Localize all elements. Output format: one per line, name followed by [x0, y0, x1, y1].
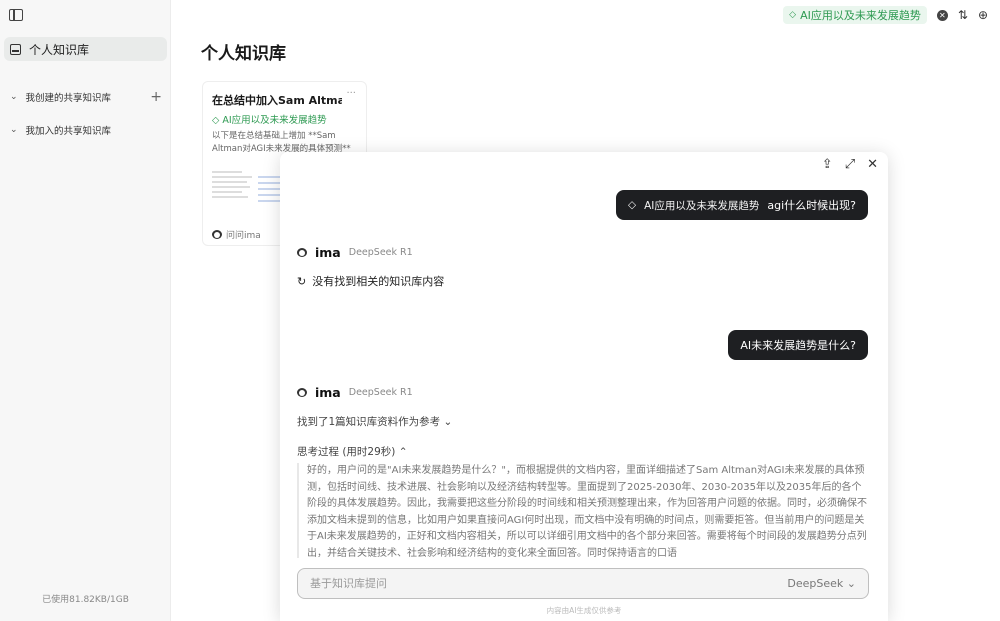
chat-panel: ⇪ ⤢ ✕ ◇ AI应用以及未来发展趋势 agi什么时候出现? ima Deep…: [280, 152, 888, 621]
ima-logo-icon: [297, 248, 307, 257]
thinking-content: 好的，用户问的是"AI未来发展趋势是什么？"，而根据提供的文档内容，里面详细描述…: [297, 463, 871, 558]
sidebar-group-label: 我加入的共享知识库: [25, 126, 112, 137]
sidebar-item-label: 个人知识库: [29, 42, 90, 57]
thinking-toggle[interactable]: 思考过程 (用时29秒) ⌃: [297, 444, 408, 459]
document-title: 在总结中加入Sam Altman…: [212, 94, 342, 107]
close-icon[interactable]: ✕: [867, 157, 878, 172]
ima-logo-icon: [297, 388, 307, 397]
ask-ima-link[interactable]: 问问ima: [212, 228, 261, 241]
model-select[interactable]: DeepSeek ⌄: [787, 577, 856, 590]
bot-header: ima DeepSeek R1: [297, 385, 413, 400]
chat-panel-controls: ⇪ ⤢ ✕: [822, 157, 878, 172]
topbar-actions: ◇ AI应用以及未来发展趋势 ✕ ⇅ ⊕: [783, 6, 988, 24]
ima-logo-icon: [212, 230, 222, 239]
more-options-icon[interactable]: ···: [346, 88, 356, 99]
sort-icon[interactable]: ⇅: [958, 8, 968, 22]
tag-filter-chip[interactable]: ◇ AI应用以及未来发展趋势: [783, 6, 927, 24]
tag-icon: ◇: [628, 199, 637, 211]
bot-header: ima DeepSeek R1: [297, 245, 413, 260]
knowledge-base-icon: [10, 43, 21, 55]
expand-icon[interactable]: ⤢: [845, 157, 855, 172]
sidebar-group-label: 我创建的共享知识库: [25, 93, 112, 104]
share-icon[interactable]: ⇪: [822, 157, 833, 172]
add-icon[interactable]: +: [150, 89, 162, 105]
sidebar: 个人知识库 ⌄ 我创建的共享知识库 + ⌄ 我加入的共享知识库 已使用81.82…: [0, 0, 171, 621]
sidebar-group-joined[interactable]: ⌄ 我加入的共享知识库: [10, 123, 162, 137]
chevron-down-icon: ⌄: [10, 92, 18, 102]
tag-icon: ◇: [789, 10, 797, 20]
document-tag: ◇ AI应用以及未来发展趋势: [212, 115, 327, 126]
sidebar-group-created[interactable]: ⌄ 我创建的共享知识库 +: [10, 89, 162, 105]
chat-input-box[interactable]: DeepSeek ⌄: [297, 568, 869, 599]
clear-filter-icon[interactable]: ✕: [936, 9, 948, 21]
chevron-down-icon: ⌄: [10, 125, 18, 135]
tag-filter-label: AI应用以及未来发展趋势: [800, 9, 921, 22]
kb-search-status: ↻ 没有找到相关的知识库内容: [297, 274, 445, 289]
refresh-icon: ↻: [297, 274, 307, 288]
sidebar-toggle-icon[interactable]: [9, 9, 23, 21]
sidebar-item-personal-kb[interactable]: 个人知识库: [4, 37, 167, 61]
user-message: ◇ AI应用以及未来发展趋势 agi什么时候出现?: [616, 190, 868, 220]
chat-input[interactable]: [310, 577, 788, 590]
references-toggle[interactable]: 找到了1篇知识库资料作为参考 ⌄: [297, 414, 452, 429]
user-message: AI未来发展趋势是什么?: [728, 330, 868, 360]
page-title: 个人知识库: [201, 44, 286, 64]
storage-usage: 已使用81.82KB/1GB: [42, 595, 129, 605]
new-item-icon[interactable]: ⊕: [978, 8, 988, 22]
ai-disclaimer: 内容由AI生成仅供参考: [546, 606, 622, 615]
